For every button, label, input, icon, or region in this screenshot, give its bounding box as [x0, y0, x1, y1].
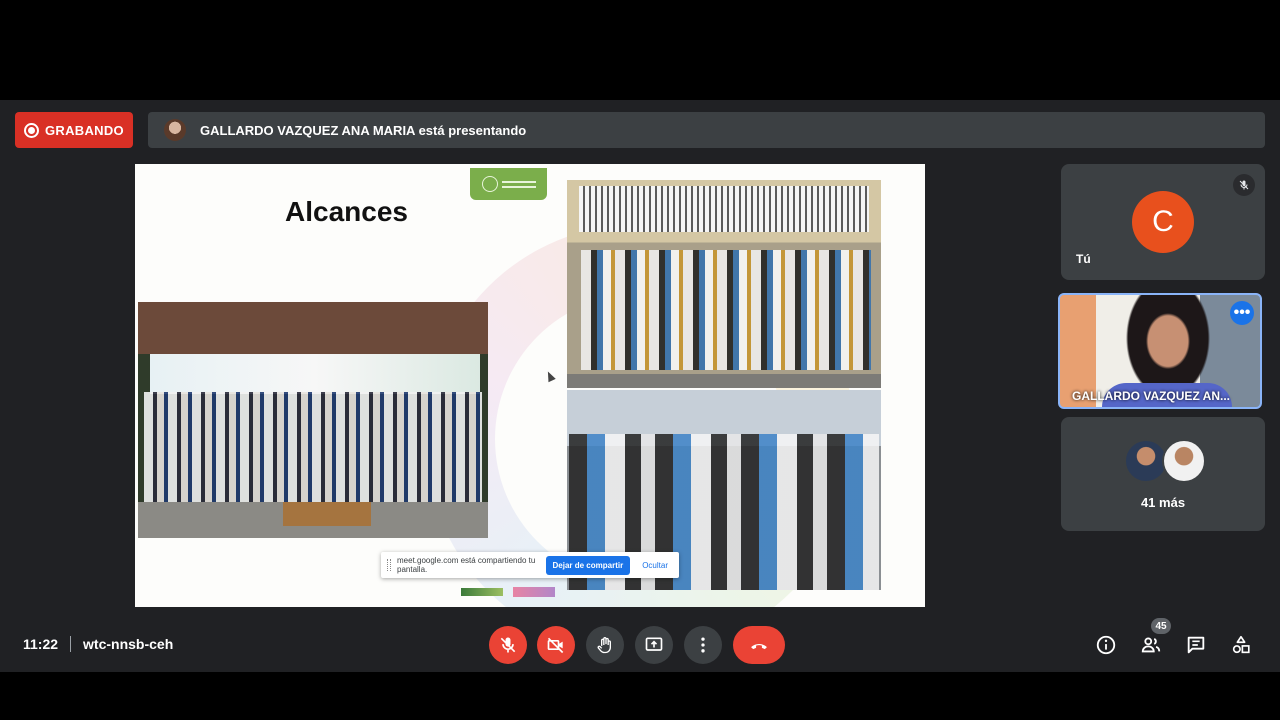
presenter-video	[1125, 295, 1211, 391]
people-icon	[1141, 637, 1161, 653]
mic-toggle-button[interactable]	[489, 626, 527, 664]
more-participants-label: 41 más	[1140, 495, 1186, 510]
presenter-avatar	[164, 119, 186, 141]
more-vert-icon	[701, 637, 705, 653]
shapes-icon	[1232, 635, 1250, 654]
recording-label: GRABANDO	[45, 122, 124, 138]
more-options-button[interactable]	[684, 626, 722, 664]
mic-off-icon	[500, 637, 516, 653]
presenting-banner: GALLARDO VAZQUEZ ANA MARIA está presenta…	[148, 112, 1265, 148]
self-tile[interactable]: C Tú	[1061, 164, 1265, 280]
end-call-button[interactable]	[733, 626, 785, 664]
camera-off-icon	[547, 637, 564, 654]
record-icon	[24, 122, 40, 138]
presenting-text: GALLARDO VAZQUEZ ANA MARIA está presenta…	[200, 122, 527, 138]
meet-window: GRABANDO GALLARDO VAZQUEZ ANA MARIA está…	[0, 100, 1280, 672]
slide-title: Alcances	[285, 196, 408, 227]
drag-handle-icon[interactable]	[387, 559, 391, 571]
group-photo-event	[138, 302, 488, 538]
present-icon	[645, 637, 663, 651]
seal-icon	[481, 176, 498, 192]
more-options-icon[interactable]: •••	[1230, 301, 1254, 325]
share-message: meet.google.com está compartiendo tu pan…	[397, 556, 536, 574]
present-screen-button[interactable]	[635, 626, 673, 664]
footer-logo	[513, 587, 555, 597]
hang-up-icon	[751, 643, 767, 650]
participant-avatar	[1162, 439, 1206, 483]
participants-button[interactable]	[1138, 632, 1164, 658]
self-name: Tú	[1076, 252, 1091, 266]
group-photo-building	[567, 180, 881, 388]
clock-time: 11:22	[23, 636, 59, 652]
info-icon	[1096, 635, 1116, 655]
camera-toggle-button[interactable]	[537, 626, 575, 664]
chat-button[interactable]	[1183, 632, 1209, 658]
presentation-slide: Alcances meet.google.com está compartien…	[135, 164, 925, 607]
footer-logo	[461, 588, 503, 596]
hand-icon	[597, 637, 611, 654]
presenter-tile[interactable]: ••• GALLARDO VAZQUEZ AN...	[1058, 293, 1262, 409]
mic-off-icon	[1233, 174, 1255, 196]
screen-share-notice: meet.google.com está compartiendo tu pan…	[381, 552, 679, 578]
activities-button[interactable]	[1228, 632, 1254, 658]
stop-sharing-button[interactable]: Dejar de compartir	[545, 555, 631, 575]
chat-icon	[1187, 636, 1205, 654]
meeting-info: 11:22 wtc-nnsb-ceh	[23, 636, 173, 652]
self-avatar: C	[1132, 191, 1194, 253]
raise-hand-button[interactable]	[586, 626, 624, 664]
meeting-details-button[interactable]	[1093, 632, 1119, 658]
others-tile[interactable]: 41 más	[1061, 417, 1265, 531]
university-logo	[470, 168, 547, 200]
presenter-tile-name: GALLARDO VAZQUEZ AN...	[1072, 389, 1230, 403]
participant-count-badge: 45	[1151, 618, 1171, 634]
hide-button[interactable]: Ocultar	[634, 556, 676, 575]
recording-badge[interactable]: GRABANDO	[15, 112, 133, 148]
meeting-code: wtc-nnsb-ceh	[83, 636, 174, 652]
